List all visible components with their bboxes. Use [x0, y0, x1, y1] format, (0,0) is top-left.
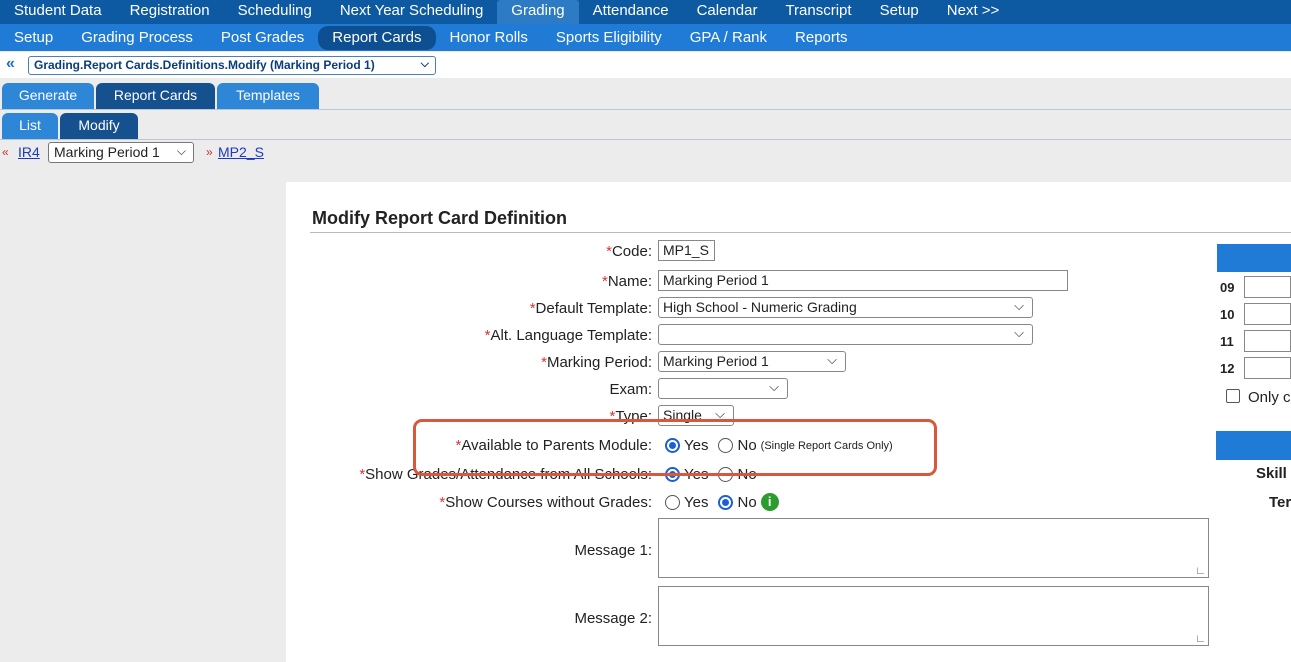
nav-calendar[interactable]: Calendar — [683, 0, 772, 24]
subnav-grading-process[interactable]: Grading Process — [67, 26, 207, 50]
subnav-post-grades[interactable]: Post Grades — [207, 26, 318, 50]
record-navigation: « IR4 Marking Period 1 ⌵ » MP2_S — [0, 141, 600, 165]
code-label: *Code: — [606, 243, 652, 260]
show-courses-no-radio[interactable] — [718, 494, 734, 510]
exam-label: Exam: — [609, 381, 652, 398]
grade-09-input[interactable] — [1244, 276, 1291, 298]
page-title: Modify Report Card Definition — [312, 208, 567, 228]
chevron-down-icon: ⌵ — [176, 144, 186, 158]
show-courses-without-grades-radio-group: Yes No i — [665, 493, 779, 511]
nav-attendance[interactable]: Attendance — [579, 0, 683, 24]
only-label: Only c — [1248, 389, 1291, 406]
chevron-down-icon: ⌵ — [1014, 298, 1024, 313]
page-path-label: Grading.Report Cards.Definitions.Modify … — [34, 58, 375, 72]
grade-levels-header — [1217, 244, 1291, 272]
nav-next-year-scheduling[interactable]: Next Year Scheduling — [326, 0, 497, 24]
nav-setup[interactable]: Setup — [866, 0, 933, 24]
grade-levels-panel: 09 10 11 12 Only c — [1214, 241, 1291, 441]
subtab-list[interactable]: List — [2, 113, 58, 139]
nav-registration[interactable]: Registration — [116, 0, 224, 24]
record-select[interactable]: Marking Period 1 ⌵ — [48, 142, 194, 163]
only-checkbox[interactable] — [1226, 389, 1240, 403]
subtab-modify[interactable]: Modify — [60, 113, 138, 139]
message1-textarea[interactable]: ∟ — [658, 518, 1209, 578]
page-path-select[interactable]: Grading.Report Cards.Definitions.Modify … — [28, 56, 436, 75]
resize-grip-icon[interactable]: ∟ — [1195, 565, 1206, 577]
no-label: No — [737, 493, 757, 511]
double-chevron-left-icon[interactable]: « — [6, 55, 15, 73]
marking-period-value: Marking Period 1 — [663, 353, 769, 369]
chevron-down-icon: ⌵ — [420, 58, 429, 70]
subnav-reports[interactable]: Reports — [781, 26, 862, 50]
tab-bar: Generate Report Cards Templates — [0, 83, 1291, 110]
subnav-sports-eligibility[interactable]: Sports Eligibility — [542, 26, 676, 50]
message2-label: Message 2: — [574, 610, 652, 627]
nav-next[interactable]: Next >> — [933, 0, 1014, 24]
default-template-label: *Default Template: — [529, 300, 652, 317]
message2-textarea[interactable]: ∟ — [658, 586, 1209, 646]
grade-11-label: 11 — [1220, 334, 1234, 349]
next-record-link[interactable]: MP2_S — [218, 144, 264, 160]
info-icon[interactable]: i — [760, 493, 779, 511]
name-label: *Name: — [601, 273, 652, 290]
marking-period-select[interactable]: Marking Period 1 ⌵ — [658, 351, 846, 372]
show-courses-without-grades-label: *Show Courses without Grades: — [439, 494, 652, 511]
breadcrumb: « Grading.Report Cards.Definitions.Modif… — [0, 52, 1291, 78]
marking-period-label: *Marking Period: — [541, 354, 652, 371]
prev-record-link[interactable]: IR4 — [18, 144, 40, 160]
default-template-value: High School - Numeric Grading — [663, 299, 857, 315]
message1-label: Message 1: — [574, 542, 652, 559]
nav-grading[interactable]: Grading — [497, 0, 579, 24]
next-marker-icon: » — [206, 145, 213, 159]
nav-student-data[interactable]: Student Data — [0, 0, 116, 24]
alt-language-template-label: *Alt. Language Template: — [484, 327, 652, 344]
skill-label: Skill — [1256, 465, 1287, 482]
grade-11-input[interactable] — [1244, 330, 1291, 352]
chevron-down-icon: ⌵ — [1014, 325, 1024, 340]
chevron-down-icon: ⌵ — [769, 379, 779, 394]
term-label: Ter — [1269, 494, 1291, 511]
subnav-report-cards[interactable]: Report Cards — [318, 25, 436, 50]
grade-10-input[interactable] — [1244, 303, 1291, 325]
skills-header — [1216, 431, 1291, 460]
subnav-gpa-rank[interactable]: GPA / Rank — [676, 26, 781, 50]
name-field[interactable]: Marking Period 1 — [658, 270, 1068, 291]
record-select-value: Marking Period 1 — [54, 144, 160, 160]
exam-select[interactable]: ⌵ — [658, 378, 788, 399]
grade-09-label: 09 — [1220, 280, 1235, 295]
grade-12-label: 12 — [1220, 361, 1235, 376]
chevron-down-icon: ⌵ — [827, 352, 837, 367]
subnav-setup[interactable]: Setup — [0, 26, 67, 50]
show-courses-yes-radio[interactable] — [665, 494, 680, 510]
tab-report-cards[interactable]: Report Cards — [96, 83, 215, 109]
default-template-select[interactable]: High School - Numeric Grading ⌵ — [658, 297, 1033, 318]
primary-nav: Student Data Registration Scheduling Nex… — [0, 0, 1291, 24]
nav-scheduling[interactable]: Scheduling — [224, 0, 326, 24]
yes-label: Yes — [684, 493, 709, 511]
secondary-nav: Setup Grading Process Post Grades Report… — [0, 24, 1291, 51]
code-field[interactable]: MP1_S — [658, 240, 715, 261]
divider — [310, 232, 1291, 233]
alt-language-template-select[interactable]: ⌵ — [658, 324, 1033, 345]
subnav-honor-rolls[interactable]: Honor Rolls — [436, 26, 542, 50]
prev-marker-icon: « — [2, 145, 9, 159]
tab-templates[interactable]: Templates — [217, 83, 319, 109]
nav-transcript[interactable]: Transcript — [771, 0, 865, 24]
subtab-bar: List Modify — [0, 113, 1291, 140]
highlight-annotation — [413, 419, 937, 476]
resize-grip-icon[interactable]: ∟ — [1195, 633, 1206, 645]
grade-10-label: 10 — [1220, 307, 1235, 322]
grade-12-input[interactable] — [1244, 357, 1291, 379]
tab-generate[interactable]: Generate — [2, 83, 94, 109]
